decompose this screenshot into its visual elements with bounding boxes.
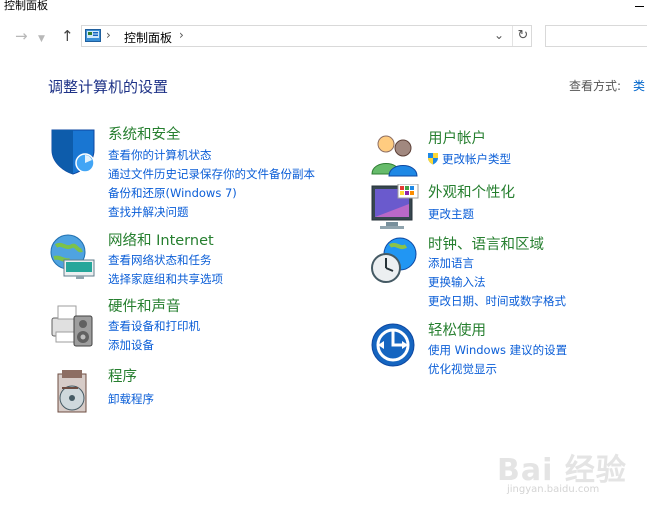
- ease-of-access-icon[interactable]: [370, 322, 420, 372]
- category-title[interactable]: 系统和安全: [108, 126, 181, 144]
- view-by-label: 查看方式:: [569, 79, 622, 93]
- chevron-down-icon[interactable]: ⌄: [494, 28, 504, 42]
- breadcrumb-separator[interactable]: ›: [179, 28, 184, 42]
- category-title[interactable]: 网络和 Internet: [108, 232, 214, 250]
- link-file-history-backup[interactable]: 通过文件历史记录保存你的文件备份副本: [108, 167, 315, 182]
- watermark-url: jingyan.baidu.com: [507, 484, 600, 495]
- link-change-date-time-format[interactable]: 更改日期、时间或数字格式: [428, 294, 566, 309]
- globe-network-icon[interactable]: [48, 232, 98, 282]
- category-title[interactable]: 用户帐户: [428, 130, 486, 148]
- page-title: 调整计算机的设置: [48, 78, 169, 96]
- link-homegroup-sharing[interactable]: 选择家庭组和共享选项: [108, 272, 223, 287]
- minimize-button[interactable]: [633, 0, 647, 12]
- recent-locations-button[interactable]: ▼: [38, 31, 45, 47]
- link-change-account-type[interactable]: 更改帐户类型: [427, 152, 511, 167]
- printer-speaker-icon[interactable]: [48, 298, 98, 348]
- category-title[interactable]: 硬件和声音: [108, 298, 181, 316]
- view-by-dropdown[interactable]: 类: [633, 79, 645, 93]
- clock-globe-icon[interactable]: [370, 236, 420, 286]
- breadcrumb-control-panel[interactable]: 控制面板: [124, 29, 172, 46]
- control-panel-icon: [85, 29, 101, 42]
- breadcrumb-separator: ›: [106, 28, 111, 42]
- category-title[interactable]: 程序: [108, 368, 137, 386]
- category-title[interactable]: 外观和个性化: [428, 184, 515, 202]
- link-network-status[interactable]: 查看网络状态和任务: [108, 253, 212, 268]
- watermark-logo: Bai 经验: [497, 453, 627, 488]
- shield-icon[interactable]: [48, 126, 98, 176]
- link-add-device[interactable]: 添加设备: [108, 338, 154, 353]
- category-title[interactable]: 时钟、语言和区域: [428, 236, 544, 254]
- link-uninstall-program[interactable]: 卸载程序: [108, 392, 154, 407]
- watermark: Bai 经验 jingyan.baidu.com: [497, 445, 637, 500]
- link-optimize-visual-display[interactable]: 优化视觉显示: [428, 362, 497, 377]
- refresh-button[interactable]: ↻: [512, 26, 533, 46]
- link-change-input-method[interactable]: 更换输入法: [428, 275, 486, 290]
- link-devices-printers[interactable]: 查看设备和打印机: [108, 319, 200, 334]
- view-by: 查看方式: 类: [569, 77, 645, 94]
- up-button[interactable]: ↑: [61, 28, 74, 44]
- programs-disc-icon[interactable]: [48, 368, 98, 418]
- window-title: 控制面板: [4, 0, 48, 12]
- link-change-theme[interactable]: 更改主题: [428, 207, 474, 222]
- link-view-computer-status[interactable]: 查看你的计算机状态: [108, 148, 212, 163]
- link-troubleshoot[interactable]: 查找并解决问题: [108, 205, 189, 220]
- users-icon[interactable]: [370, 130, 420, 180]
- uac-shield-icon: [428, 153, 438, 165]
- link-label[interactable]: 更改帐户类型: [442, 152, 511, 166]
- link-add-language[interactable]: 添加语言: [428, 256, 474, 271]
- link-windows-recommended-settings[interactable]: 使用 Windows 建议的设置: [428, 343, 567, 358]
- address-bar[interactable]: › 控制面板 › ⌄ ↻: [81, 25, 532, 47]
- monitor-palette-icon[interactable]: [370, 184, 420, 234]
- link-backup-restore[interactable]: 备份和还原(Windows 7): [108, 186, 237, 201]
- search-input[interactable]: [545, 25, 647, 47]
- category-title[interactable]: 轻松使用: [428, 322, 486, 340]
- title-bar: 控制面板: [0, 0, 647, 14]
- back-button[interactable]: →: [15, 28, 28, 44]
